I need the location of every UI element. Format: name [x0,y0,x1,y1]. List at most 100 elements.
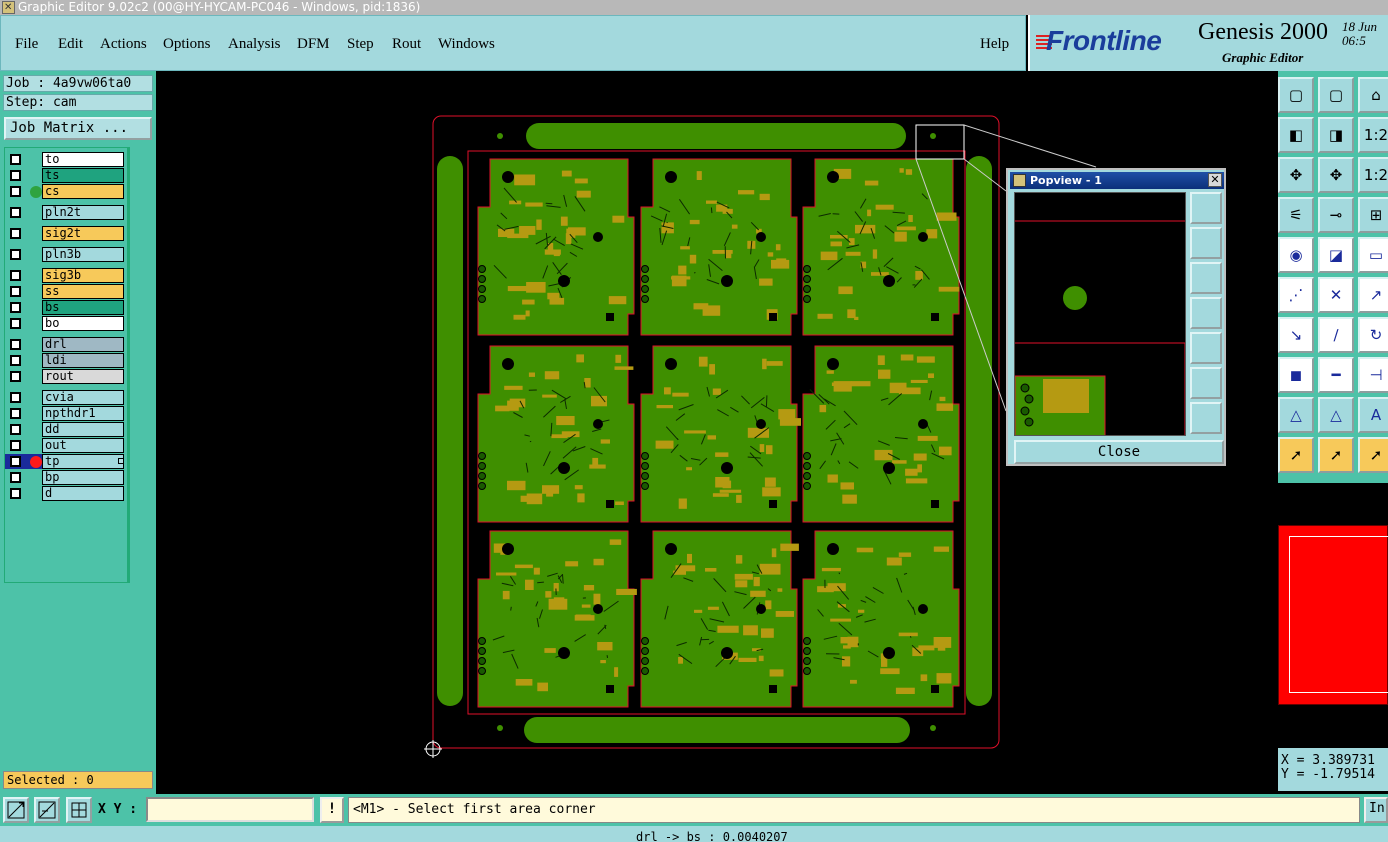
layer-name[interactable]: d [42,486,124,501]
line-tool-icon[interactable]: ∕ [1318,317,1354,353]
menu-help[interactable]: Help [980,36,1009,53]
layer-name[interactable]: npthdr1 [42,406,124,421]
triangle-tool-icon[interactable]: △ [1278,397,1314,433]
layer-affected-checkbox[interactable] [10,249,21,260]
rotate-icon[interactable]: ↻ [1358,317,1388,353]
layer-affected-checkbox[interactable] [10,392,21,403]
layer-name[interactable]: bs [42,300,124,315]
layer-affected-checkbox[interactable] [10,207,21,218]
measure-mode-icon[interactable] [34,797,60,823]
zoom-window-icon[interactable] [1190,192,1222,224]
job-matrix-button[interactable]: Job Matrix ... [4,117,152,140]
menu-actions[interactable]: Actions [100,36,147,53]
layer-row[interactable]: npthdr1 [5,406,129,421]
layer-row[interactable]: cs [5,184,129,199]
layer-name[interactable]: pln2t [42,205,124,220]
pan-right-icon[interactable] [1190,332,1222,364]
text-tool-icon[interactable]: A [1358,397,1388,433]
layer-affected-checkbox[interactable] [10,355,21,366]
layer-row[interactable]: ss [5,284,129,299]
layer-row[interactable]: rout [5,369,129,384]
layer-name[interactable]: sig3b [42,268,124,283]
measure-tool-icon[interactable]: ⚟ [1278,197,1314,233]
menu-file[interactable]: File [15,36,38,53]
add-arc-icon[interactable]: ↗ [1358,277,1388,313]
pan-left-icon[interactable] [1190,297,1222,329]
select-features-icon[interactable]: ◉ [1278,237,1314,273]
layer-name[interactable]: tp [42,454,124,469]
snap-mode-icon[interactable] [3,797,29,823]
layer-row[interactable]: bp [5,470,129,485]
layer-row[interactable]: sig2t [5,226,129,241]
layer-affected-checkbox[interactable] [10,154,21,165]
draw-line-icon[interactable]: ◪ [1318,237,1354,273]
menu-analysis[interactable]: Analysis [228,36,281,53]
scale-1to2-icon[interactable]: 1:2 [1358,157,1388,193]
pan-left-icon[interactable]: ◧ [1278,117,1314,153]
zoom-page-icon[interactable]: ▢ [1318,77,1354,113]
layer-row[interactable]: dd [5,422,129,437]
zoom-in-icon[interactable] [1190,367,1222,399]
layer-affected-checkbox[interactable] [10,286,21,297]
move-view-icon[interactable]: ✥ [1318,157,1354,193]
popview-titlebar[interactable]: Popview - 1 ✕ [1010,172,1224,189]
menu-edit[interactable]: Edit [58,36,83,53]
layer-name[interactable]: bo [42,316,124,331]
layer-row[interactable]: d [5,486,129,501]
layer-row[interactable]: ldi [5,353,129,368]
polygon-tool-icon[interactable]: △ [1318,397,1354,433]
layer-name[interactable]: drl [42,337,124,352]
close-icon[interactable]: ✕ [1208,173,1222,187]
layer-affected-checkbox[interactable] [10,424,21,435]
layer-affected-checkbox[interactable] [10,170,21,181]
menu-dfm[interactable]: DFM [297,36,330,53]
fit-all-icon[interactable]: ✥ [1278,157,1314,193]
app-icon[interactable] [2,0,15,15]
menu-rout[interactable]: Rout [392,36,421,53]
layer-name[interactable]: dd [42,422,124,437]
layer-name[interactable]: to [42,152,124,167]
pointer-alt-icon[interactable]: ➚ [1358,437,1388,473]
draw-slant-line-icon[interactable]: ↘ [1278,317,1314,353]
zoom-home-icon[interactable]: ▢ [1278,77,1314,113]
zoom-home-house-icon[interactable]: ⌂ [1358,77,1388,113]
layer-row[interactable]: cvia [5,390,129,405]
popview-zoom-view[interactable] [1014,192,1186,436]
menu-step[interactable]: Step [347,36,374,53]
layer-row[interactable]: drl [5,337,129,352]
layer-name[interactable]: sig2t [42,226,124,241]
pointer-tool-icon[interactable]: ➚ [1278,437,1314,473]
layer-row[interactable]: bo [5,316,129,331]
info-button[interactable]: In [1364,797,1388,823]
layer-affected-checkbox[interactable] [10,371,21,382]
layer-row[interactable]: to [5,152,129,167]
layer-affected-checkbox[interactable] [10,302,21,313]
layer-row[interactable]: tp [5,454,124,469]
message-button[interactable]: ! [320,797,344,823]
grid-mode-icon[interactable] [66,797,92,823]
layer-affected-checkbox[interactable] [10,440,21,451]
layer-affected-checkbox[interactable] [10,472,21,483]
zoom-out-icon[interactable] [1190,402,1222,434]
layer-affected-checkbox[interactable] [10,270,21,281]
pan-up-icon[interactable] [1190,227,1222,259]
delete-feature-icon[interactable]: ✕ [1318,277,1354,313]
layer-row[interactable]: sig3b [5,268,129,283]
layer-affected-checkbox[interactable] [10,228,21,239]
pad-tool-icon[interactable]: ◼ [1278,357,1314,393]
layer-row[interactable]: pln2t [5,205,129,220]
layer-name[interactable]: ldi [42,353,124,368]
layer-name[interactable]: cs [42,184,124,199]
layer-display-dot-icon[interactable] [30,456,42,468]
node-edit-icon[interactable]: ⋰ [1278,277,1314,313]
ruler-icon[interactable]: ▭ [1358,237,1388,273]
layer-row[interactable]: pln3b [5,247,129,262]
layer-affected-checkbox[interactable] [10,186,21,197]
layer-name[interactable]: out [42,438,124,453]
align-icon[interactable]: ⊣ [1358,357,1388,393]
layer-name[interactable]: cvia [42,390,124,405]
net-view-icon[interactable]: ⊞ [1358,197,1388,233]
layer-affected-checkbox[interactable] [10,488,21,499]
zoom-1to2-icon[interactable]: 1:2 [1358,117,1388,153]
layer-display-dot-icon[interactable] [30,186,42,198]
